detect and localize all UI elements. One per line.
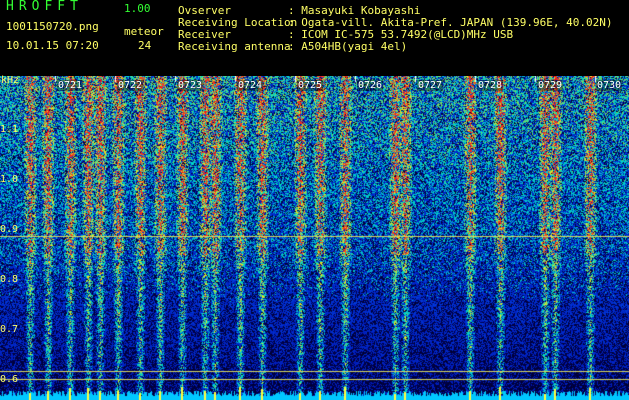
time-tick-0722: 0722 — [117, 80, 144, 91]
y-tick-0-9: 0.9 — [0, 224, 19, 235]
time-tick-0725: 0725 — [297, 80, 324, 91]
meteor-label: meteor — [124, 25, 164, 38]
y-tick-0-8: 0.8 — [0, 274, 19, 285]
time-tick-0723: 0723 — [177, 80, 204, 91]
time-tick-0726: 0726 — [357, 80, 384, 91]
header-panel: HROFFT 1.00 1001150720.png meteor 10.01.… — [0, 0, 629, 76]
y-tick-1-0: 1.0 — [0, 174, 19, 185]
y-axis-unit: kHz — [1, 75, 20, 86]
y-tick-0-7: 0.7 — [0, 324, 19, 335]
time-tick-0728: 0728 — [477, 80, 504, 91]
time-tick-0729: 0729 — [537, 80, 564, 91]
app-brand: HROFFT — [6, 0, 83, 14]
spectrogram-canvas — [0, 76, 629, 400]
date-time: 10.01.15 07:20 — [6, 39, 99, 52]
app-version: 1.00 — [124, 2, 151, 15]
antenna-label: Receiving antenna — [178, 40, 291, 53]
time-tick-0727: 0727 — [417, 80, 444, 91]
y-tick-0-6: 0.6 — [0, 374, 19, 385]
time-tick-0730: 0730 — [596, 80, 623, 91]
file-name: 1001150720.png — [6, 20, 99, 33]
meteor-count: 24 — [138, 39, 152, 52]
antenna-value: : A504HB(yagi 4el) — [288, 40, 408, 53]
time-tick-0724: 0724 — [237, 80, 264, 91]
time-tick-0721: 0721 — [57, 80, 84, 91]
y-tick-1-1: 1.1 — [0, 124, 19, 135]
